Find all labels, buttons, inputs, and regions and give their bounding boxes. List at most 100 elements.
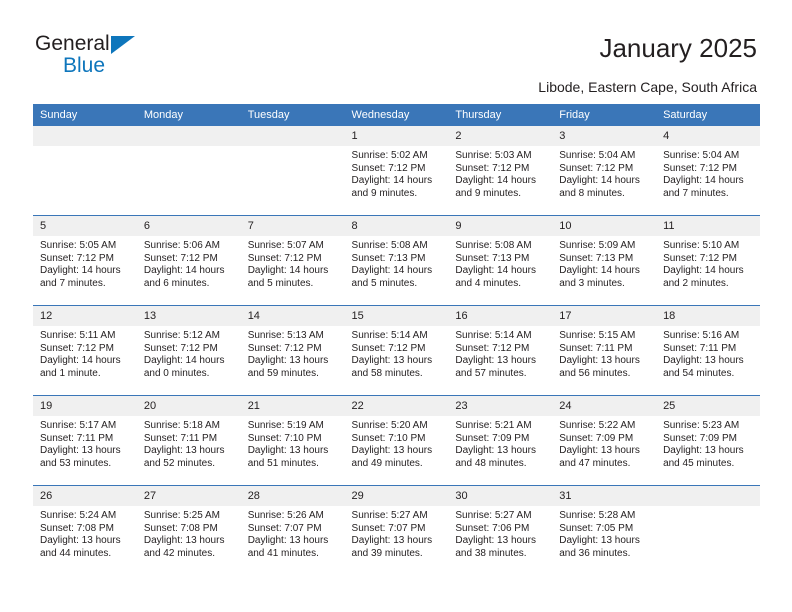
calendar-week-row: 19 Sunrise: 5:17 AM Sunset: 7:11 PM Dayligh… [33,395,760,486]
calendar-day-cell[interactable]: 16 Sunrise: 5:14 AM Sunset: 7:12 PM Dayligh… [448,305,553,396]
day-number: 31 [552,486,657,506]
sunset-text: Sunset: 7:09 PM [663,432,737,444]
calendar-day-cell[interactable]: 21 Sunrise: 5:19 AM Sunset: 7:10 PM Dayligh… [240,395,345,486]
calendar-day-cell[interactable]: 22 Sunrise: 5:20 AM Sunset: 7:10 PM Dayligh… [344,395,449,486]
day-number: 19 [33,396,137,416]
daylight-text-line1: Daylight: 13 hours [40,535,121,547]
calendar-day-cell[interactable]: 5 Sunrise: 5:05 AM Sunset: 7:12 PM Daylight… [33,215,137,306]
calendar-day-cell[interactable]: 28 Sunrise: 5:26 AM Sunset: 7:07 PM Dayligh… [240,485,345,575]
sunset-text: Sunset: 7:13 PM [455,252,530,264]
calendar-day-cell[interactable]: 27 Sunrise: 5:25 AM Sunset: 7:08 PM Dayligh… [136,485,241,575]
day-details: Sunrise: 5:24 AM Sunset: 7:08 PM Daylight:… [33,506,137,560]
day-details: Sunrise: 5:28 AM Sunset: 7:05 PM Daylight:… [552,506,656,560]
daylight-text-line2: and 54 minutes. [663,367,735,379]
calendar-day-cell[interactable]: 24 Sunrise: 5:22 AM Sunset: 7:09 PM Dayligh… [552,395,657,486]
calendar-day-cell[interactable] [33,126,137,216]
sunset-text: Sunset: 7:12 PM [351,162,426,174]
day-number: 20 [136,396,241,416]
calendar-day-cell[interactable]: 20 Sunrise: 5:18 AM Sunset: 7:11 PM Dayligh… [136,395,241,486]
sunrise-text: Sunrise: 5:14 AM [351,330,428,341]
calendar-day-cell[interactable]: 17 Sunrise: 5:15 AM Sunset: 7:11 PM Dayligh… [552,305,657,396]
day-number: 11 [656,216,760,236]
sunrise-text: Sunrise: 5:10 AM [663,240,740,251]
daylight-text-line2: and 48 minutes. [455,457,527,469]
day-details: Sunrise: 5:02 AM Sunset: 7:12 PM Daylight:… [345,146,449,200]
general-blue-logo[interactable]: General Blue [35,32,235,84]
calendar-day-cell[interactable]: 9 Sunrise: 5:08 AM Sunset: 7:13 PM Daylight… [448,215,553,306]
calendar-day-cell[interactable]: 14 Sunrise: 5:13 AM Sunset: 7:12 PM Dayligh… [240,305,345,396]
calendar-day-cell[interactable]: 25 Sunrise: 5:23 AM Sunset: 7:09 PM Dayligh… [656,395,760,486]
sunset-text: Sunset: 7:06 PM [455,522,530,534]
day-number [240,126,345,146]
calendar-day-cell[interactable]: 23 Sunrise: 5:21 AM Sunset: 7:09 PM Dayligh… [448,395,553,486]
calendar-day-cell[interactable]: 10 Sunrise: 5:09 AM Sunset: 7:13 PM Dayligh… [552,215,657,306]
calendar-day-cell[interactable]: 13 Sunrise: 5:12 AM Sunset: 7:12 PM Dayligh… [136,305,241,396]
calendar-day-cell[interactable]: 29 Sunrise: 5:27 AM Sunset: 7:07 PM Dayligh… [344,485,449,575]
sunset-text: Sunset: 7:13 PM [351,252,426,264]
weekday-header-saturday: Saturday [656,104,760,126]
day-number: 21 [240,396,345,416]
day-number: 1 [344,126,449,146]
day-number: 4 [656,126,760,146]
day-number [136,126,241,146]
calendar-day-cell[interactable]: 4 Sunrise: 5:04 AM Sunset: 7:12 PM Daylight… [656,126,760,216]
calendar-day-cell[interactable]: 6 Sunrise: 5:06 AM Sunset: 7:12 PM Daylight… [136,215,241,306]
sunset-text: Sunset: 7:09 PM [559,432,634,444]
daylight-text-line1: Daylight: 13 hours [663,445,744,457]
sunrise-text: Sunrise: 5:26 AM [247,510,324,521]
calendar-day-cell[interactable]: 26 Sunrise: 5:24 AM Sunset: 7:08 PM Dayligh… [33,485,137,575]
calendar-day-cell[interactable]: 19 Sunrise: 5:17 AM Sunset: 7:11 PM Dayligh… [33,395,137,486]
day-number [33,126,137,146]
sunrise-text: Sunrise: 5:04 AM [663,150,740,161]
day-number: 25 [656,396,760,416]
calendar-day-cell[interactable] [240,126,345,216]
daylight-text-line1: Daylight: 13 hours [143,445,225,457]
day-number: 12 [33,306,137,326]
calendar-day-cell[interactable]: 8 Sunrise: 5:08 AM Sunset: 7:13 PM Daylight… [344,215,449,306]
calendar-header-row: Sunday Monday Tuesday Wednesday Thursday… [33,104,760,126]
sunrise-text: Sunrise: 5:08 AM [351,240,428,251]
daylight-text-line2: and 42 minutes. [143,547,216,559]
sunset-text: Sunset: 7:10 PM [351,432,426,444]
daylight-text-line2: and 38 minutes. [455,547,527,559]
calendar-day-cell[interactable]: 11 Sunrise: 5:10 AM Sunset: 7:12 PM Dayligh… [656,215,760,306]
calendar-day-cell[interactable]: 1 Sunrise: 5:02 AM Sunset: 7:12 PM Daylight… [344,126,449,216]
weekday-header-friday: Friday [552,104,657,126]
day-details: Sunrise: 5:16 AM Sunset: 7:11 PM Daylight:… [656,326,760,380]
day-details: Sunrise: 5:22 AM Sunset: 7:09 PM Daylight:… [552,416,656,470]
sunrise-text: Sunrise: 5:02 AM [351,150,428,161]
daylight-text-line2: and 1 minute. [40,367,101,379]
sunrise-text: Sunrise: 5:27 AM [455,510,532,521]
day-number: 3 [552,126,657,146]
calendar-table: Sunday Monday Tuesday Wednesday Thursday… [33,104,760,575]
day-details: Sunrise: 5:27 AM Sunset: 7:07 PM Daylight:… [345,506,449,560]
page-title: January 2025 [599,33,757,63]
sunrise-text: Sunrise: 5:25 AM [143,510,220,521]
sunset-text: Sunset: 7:07 PM [351,522,426,534]
calendar-day-cell[interactable]: 2 Sunrise: 5:03 AM Sunset: 7:12 PM Daylight… [448,126,553,216]
calendar-day-cell[interactable]: 15 Sunrise: 5:14 AM Sunset: 7:12 PM Dayligh… [344,305,449,396]
calendar-day-cell[interactable]: 30 Sunrise: 5:27 AM Sunset: 7:06 PM Dayligh… [448,485,553,575]
calendar-day-cell[interactable]: 31 Sunrise: 5:28 AM Sunset: 7:05 PM Dayligh… [552,485,657,575]
calendar-day-cell[interactable]: 12 Sunrise: 5:11 AM Sunset: 7:12 PM Dayligh… [33,305,137,396]
day-number: 9 [448,216,553,236]
sunset-text: Sunset: 7:12 PM [40,342,114,354]
day-details: Sunrise: 5:27 AM Sunset: 7:06 PM Daylight:… [448,506,552,560]
calendar-day-cell[interactable] [136,126,241,216]
daylight-text-line2: and 51 minutes. [247,457,319,469]
daylight-text-line1: Daylight: 13 hours [247,355,329,367]
daylight-text-line2: and 36 minutes. [559,547,631,559]
sunset-text: Sunset: 7:11 PM [143,432,218,444]
day-number: 29 [344,486,449,506]
daylight-text-line2: and 2 minutes. [663,277,729,289]
daylight-text-line2: and 7 minutes. [663,187,729,199]
day-details: Sunrise: 5:17 AM Sunset: 7:11 PM Daylight:… [33,416,137,470]
sunrise-text: Sunrise: 5:19 AM [247,420,324,431]
sunrise-text: Sunrise: 5:23 AM [663,420,740,431]
calendar-day-cell[interactable]: 7 Sunrise: 5:07 AM Sunset: 7:12 PM Daylight… [240,215,345,306]
sunrise-text: Sunrise: 5:03 AM [455,150,532,161]
sunset-text: Sunset: 7:12 PM [455,342,530,354]
calendar-day-cell[interactable] [656,485,760,575]
calendar-day-cell[interactable]: 3 Sunrise: 5:04 AM Sunset: 7:12 PM Daylight… [552,126,657,216]
calendar-day-cell[interactable]: 18 Sunrise: 5:16 AM Sunset: 7:11 PM Dayligh… [656,305,760,396]
